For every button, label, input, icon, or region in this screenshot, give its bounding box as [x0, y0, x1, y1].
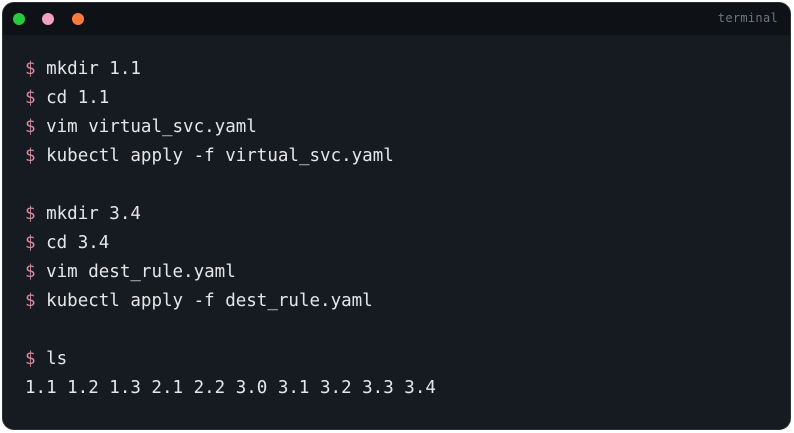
output-line: 1.1 1.2 1.3 2.1 2.2 3.0 3.1 3.2 3.3 3.4: [25, 378, 436, 398]
prompt-symbol: $: [25, 59, 36, 79]
command-line: $ mkdir 3.4: [25, 200, 778, 229]
command-line: $ cd 3.4: [25, 229, 778, 258]
command-line: $ kubectl apply -f virtual_svc.yaml: [25, 142, 778, 171]
prompt-symbol: $: [25, 204, 36, 224]
terminal-output[interactable]: $ mkdir 1.1 $ cd 1.1 $ vim virtual_svc.yam…: [25, 55, 778, 403]
command-text: mkdir 3.4: [46, 204, 141, 224]
command-line: $ mkdir 1.1: [25, 55, 778, 84]
command-text: mkdir 1.1: [46, 59, 141, 79]
prompt-symbol: $: [25, 349, 36, 369]
command-text: cd 1.1: [46, 88, 110, 108]
prompt-symbol: $: [25, 262, 36, 282]
command-text: cd 3.4: [46, 233, 110, 253]
terminal-window: terminal $ mkdir 1.1 $ cd 1.1 $ vim virtua…: [2, 2, 791, 430]
command-text: vim dest_rule.yaml: [46, 262, 236, 282]
prompt-symbol: $: [25, 117, 36, 137]
command-line: $ cd 1.1: [25, 84, 778, 113]
window-button-pink[interactable]: [42, 13, 54, 25]
prompt-symbol: $: [25, 88, 36, 108]
command-text: vim virtual_svc.yaml: [46, 117, 257, 137]
prompt-symbol: $: [25, 291, 36, 311]
prompt-symbol: $: [25, 233, 36, 253]
command-text: ls: [46, 349, 68, 369]
window-title: terminal: [717, 11, 778, 25]
command-line: $ vim dest_rule.yaml: [25, 258, 778, 287]
prompt-symbol: $: [25, 146, 36, 166]
title-bar: terminal: [3, 3, 790, 35]
command-text: kubectl apply -f virtual_svc.yaml: [46, 146, 394, 166]
window-button-orange[interactable]: [72, 13, 84, 25]
window-button-green[interactable]: [13, 13, 25, 25]
command-text: kubectl apply -f dest_rule.yaml: [46, 291, 373, 311]
command-line: $ ls: [25, 345, 778, 374]
command-line: $ vim virtual_svc.yaml: [25, 113, 778, 142]
command-line: $ kubectl apply -f dest_rule.yaml: [25, 287, 778, 316]
